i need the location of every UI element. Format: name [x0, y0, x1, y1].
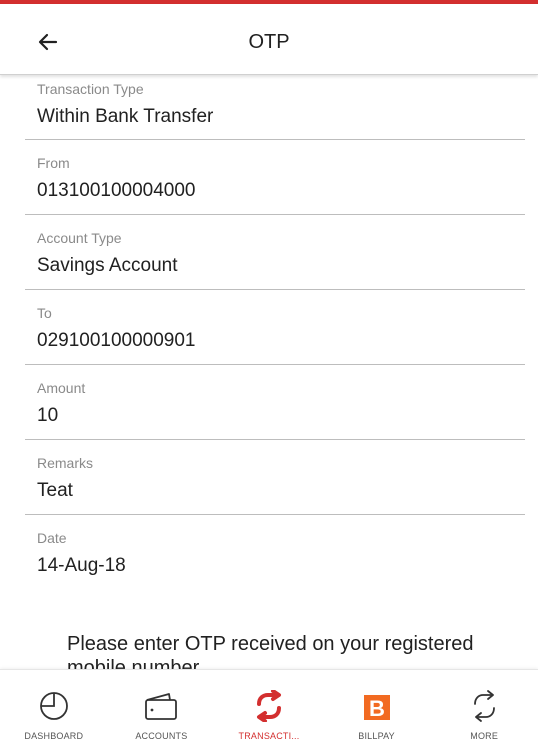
more-icon — [464, 690, 504, 722]
nav-item-dashboard[interactable]: DASHBOARD — [0, 670, 108, 754]
field-label: Date — [37, 530, 67, 546]
nav-item-more[interactable]: MORE — [430, 670, 538, 754]
app-bar: OTP — [0, 4, 538, 75]
nav-label: TRANSACTI... — [238, 731, 300, 741]
transaction-details: Transaction Type Within Bank Transfer Fr… — [0, 75, 538, 669]
bottom-nav: DASHBOARD ACCOUNTS TRANSACTI... B BILLPA… — [0, 669, 538, 754]
field-value: 029100100000901 — [37, 330, 196, 351]
svg-text:B: B — [369, 696, 385, 721]
field-amount: Amount 10 — [25, 365, 525, 440]
otp-instruction: Please enter OTP received on your regist… — [67, 633, 474, 669]
nav-label: BILLPAY — [358, 731, 395, 741]
field-value: 14-Aug-18 — [37, 555, 126, 576]
field-from: From 013100100004000 — [25, 140, 525, 215]
field-date: Date 14-Aug-18 — [25, 515, 525, 590]
nav-label: ACCOUNTS — [135, 731, 188, 741]
field-value: Teat — [37, 480, 73, 501]
field-value: 10 — [37, 405, 59, 426]
billpay-icon: B — [357, 690, 397, 722]
field-label: Remarks — [37, 455, 94, 471]
transfer-icon — [249, 690, 289, 722]
field-label: Account Type — [37, 230, 122, 246]
field-value: Within Bank Transfer — [37, 106, 214, 127]
nav-item-transactions[interactable]: TRANSACTI... — [215, 670, 323, 754]
field-account-type: Account Type Savings Account — [25, 215, 525, 290]
dashboard-icon — [34, 690, 74, 722]
field-label: From — [37, 155, 70, 171]
field-transaction-type: Transaction Type Within Bank Transfer — [25, 75, 525, 140]
nav-item-accounts[interactable]: ACCOUNTS — [108, 670, 216, 754]
field-value: 013100100004000 — [37, 180, 196, 201]
wallet-icon — [141, 690, 181, 722]
field-to: To 029100100000901 — [25, 290, 525, 365]
field-value: Savings Account — [37, 255, 178, 276]
nav-label: DASHBOARD — [24, 731, 84, 741]
page-title: OTP — [248, 31, 290, 53]
field-label: To — [37, 305, 52, 321]
field-remarks: Remarks Teat — [25, 440, 525, 515]
field-label: Amount — [37, 380, 86, 396]
nav-label: MORE — [470, 731, 499, 741]
nav-item-billpay[interactable]: B BILLPAY — [323, 670, 431, 754]
field-label: Transaction Type — [37, 81, 144, 97]
